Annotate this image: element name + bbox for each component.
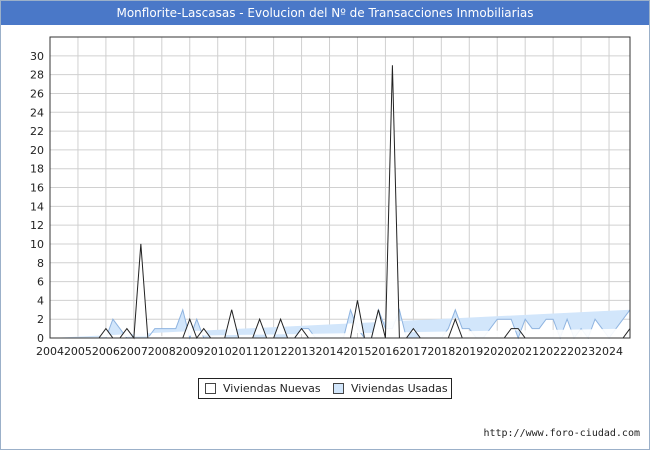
- x-tick-label: 2010: [204, 345, 232, 358]
- y-tick-label: 30: [30, 50, 44, 63]
- y-tick-label: 8: [37, 257, 44, 270]
- x-tick-label: 2008: [148, 345, 176, 358]
- y-tick-label: 26: [30, 87, 44, 100]
- legend-label-nuevas: Viviendas Nuevas: [223, 382, 321, 395]
- y-tick-label: 20: [30, 144, 44, 157]
- x-tick-label: 2013: [288, 345, 316, 358]
- y-tick-label: 4: [37, 294, 44, 307]
- y-tick-label: 2: [37, 313, 44, 326]
- x-tick-label: 2006: [92, 345, 120, 358]
- x-tick-label: 2021: [511, 345, 539, 358]
- x-tick-label: 2023: [567, 345, 595, 358]
- y-tick-label: 16: [30, 182, 44, 195]
- chart-frame: Monflorite-Lascasas - Evolucion del Nº d…: [0, 0, 650, 450]
- y-tick-label: 6: [37, 276, 44, 289]
- y-tick-label: 22: [30, 125, 44, 138]
- x-tick-label: 2014: [316, 345, 344, 358]
- x-tick-label: 2018: [427, 345, 455, 358]
- x-tick-label: 2016: [371, 345, 399, 358]
- x-tick-label: 2007: [120, 345, 148, 358]
- legend: Viviendas Nuevas Viviendas Usadas: [198, 378, 452, 399]
- x-tick-label: 2017: [399, 345, 427, 358]
- x-tick-label: 2004: [36, 345, 64, 358]
- x-tick-label: 2009: [176, 345, 204, 358]
- x-tick-label: 2015: [343, 345, 371, 358]
- x-tick-label: 2019: [455, 345, 483, 358]
- y-tick-label: 24: [30, 106, 44, 119]
- legend-label-usadas: Viviendas Usadas: [351, 382, 448, 395]
- y-tick-label: 18: [30, 163, 44, 176]
- x-tick-label: 2011: [232, 345, 260, 358]
- y-tick-label: 12: [30, 219, 44, 232]
- x-tick-label: 2020: [483, 345, 511, 358]
- x-tick-label: 2022: [539, 345, 567, 358]
- x-tick-label: 2012: [260, 345, 288, 358]
- x-tick-label: 2024: [595, 345, 623, 358]
- legend-swatch-nuevas: [205, 383, 216, 394]
- y-tick-label: 28: [30, 69, 44, 82]
- source-url: http://www.foro-ciudad.com: [483, 428, 640, 439]
- x-tick-label: 2005: [64, 345, 92, 358]
- y-tick-label: 10: [30, 238, 44, 251]
- legend-swatch-usadas: [333, 383, 344, 394]
- y-tick-label: 14: [30, 200, 44, 213]
- y-tick-label: 0: [37, 332, 44, 345]
